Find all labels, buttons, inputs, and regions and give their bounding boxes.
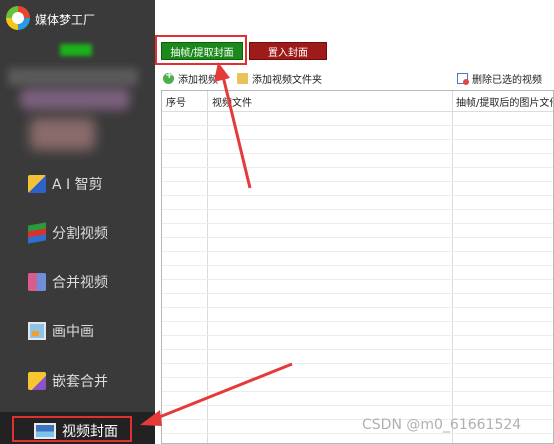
table-row (162, 363, 553, 364)
blurred-region (8, 68, 138, 86)
table-row (162, 237, 553, 238)
column-header-video-file: 视频文件 (212, 98, 252, 109)
sidebar-item-label: A I 智剪 (52, 177, 103, 193)
add-video-label: 添加视频 (178, 74, 218, 86)
split-video-icon (28, 222, 46, 244)
table-row (162, 307, 553, 308)
blurred-avatar (30, 118, 95, 150)
sidebar-item-label: 嵌套合并 (52, 374, 108, 390)
table-row (162, 251, 553, 252)
merge-video-icon (28, 273, 46, 291)
delete-icon (457, 72, 469, 85)
sidebar-item-split-video[interactable]: 分割视频 (28, 222, 108, 244)
video-table[interactable]: 序号 视频文件 抽帧/提取后的图片文件 (161, 90, 554, 444)
table-row (162, 195, 553, 196)
sidebar-item-nest-merge[interactable]: 嵌套合并 (28, 370, 108, 392)
table-row (162, 321, 553, 322)
watermark: CSDN @m0_61661524 (362, 417, 522, 433)
highlight-box-extract (155, 35, 247, 65)
app-logo-icon (6, 6, 30, 30)
column-header-output-image: 抽帧/提取后的图片文件 (456, 98, 554, 109)
table-row (162, 391, 553, 392)
table-row (162, 125, 553, 126)
delete-selected-button[interactable]: 删除已选的视频 (457, 70, 542, 86)
table-row (162, 167, 553, 168)
blurred-user-info (20, 88, 130, 110)
table-header: 序号 视频文件 抽帧/提取后的图片文件 (162, 91, 553, 112)
table-row (162, 279, 553, 280)
table-row (162, 181, 553, 182)
set-cover-button[interactable]: 置入封面 (249, 42, 327, 60)
picture-in-picture-icon (28, 322, 46, 340)
top-strip (155, 0, 554, 30)
table-row (162, 293, 553, 294)
table-row (162, 405, 553, 406)
table-row (162, 223, 553, 224)
table-row (162, 153, 553, 154)
column-header-index: 序号 (166, 98, 186, 109)
sidebar: 媒体梦工厂 A I 智剪 分割视频 合并视频 画中画 嵌套合并 视频封面 (0, 0, 155, 444)
table-row (162, 349, 553, 350)
add-video-button[interactable]: 添加视频 (163, 70, 218, 86)
sidebar-item-label: 合并视频 (52, 275, 108, 291)
table-row (162, 377, 553, 378)
table-row (162, 209, 553, 210)
app-brand: 媒体梦工厂 (0, 0, 155, 36)
sidebar-item-merge-video[interactable]: 合并视频 (28, 271, 108, 293)
sidebar-item-label: 分割视频 (52, 226, 108, 242)
table-row (162, 433, 553, 434)
nest-merge-icon (28, 372, 46, 390)
ai-cut-icon (28, 175, 46, 193)
app-title: 媒体梦工厂 (35, 13, 96, 27)
table-row (162, 335, 553, 336)
file-toolbar: 添加视频 添加视频文件夹 删除已选的视频 (155, 68, 554, 88)
add-icon (163, 70, 174, 84)
sidebar-item-picture-in-picture[interactable]: 画中画 (28, 320, 94, 342)
add-folder-button[interactable]: 添加视频文件夹 (237, 70, 322, 86)
folder-icon (237, 72, 248, 84)
delete-selected-label: 删除已选的视频 (472, 74, 542, 86)
table-row (162, 265, 553, 266)
add-folder-label: 添加视频文件夹 (252, 74, 322, 86)
table-row (162, 139, 553, 140)
sidebar-item-ai-cut[interactable]: A I 智剪 (28, 173, 103, 195)
main-panel: 抽帧/提取封面 置入封面 添加视频 添加视频文件夹 删除已选的视频 序号 视频文… (155, 0, 554, 444)
highlight-box-sidebar (12, 416, 132, 442)
sidebar-item-label: 画中画 (52, 324, 94, 340)
blurred-status-badge (60, 44, 92, 56)
